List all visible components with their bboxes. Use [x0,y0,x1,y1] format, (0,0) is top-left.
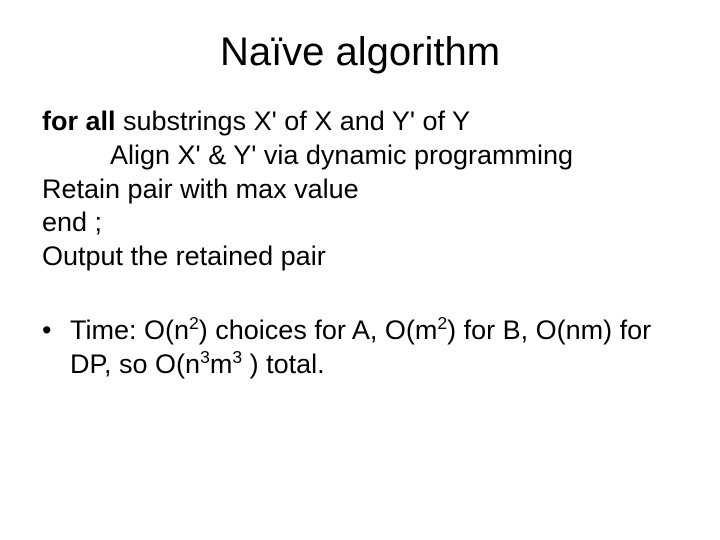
algorithm-block: for all substrings X' of X and Y' of Y A… [42,105,678,274]
slide-title: Naïve algorithm [42,30,678,75]
keyword-for-all: for all [42,106,116,136]
time-exp3: 3 [200,347,210,367]
algo-line-output: Output the retained pair [42,240,678,274]
algo-line-align: Align X' & Y' via dynamic programming [42,139,678,173]
bullet-time-text: Time: O(n2) choices for A, O(m2) for B, … [70,314,678,382]
time-exp1: 2 [189,313,199,333]
time-part4: m [210,349,233,379]
bullet-list: • Time: O(n2) choices for A, O(m2) for B… [42,314,678,382]
bullet-time: • Time: O(n2) choices for A, O(m2) for B… [42,314,678,382]
algo-line-for: for all substrings X' of X and Y' of Y [42,105,678,139]
time-part5: ) total. [242,349,325,379]
align-text: Align X' & Y' via dynamic programming [42,139,573,173]
for-rest: substrings X' of X and Y' of Y [116,106,471,136]
algo-line-end: end ; [42,206,678,240]
time-part1: Time: O(n [70,315,189,345]
bullet-dot-icon: • [42,314,70,382]
slide: Naïve algorithm for all substrings X' of… [0,0,720,540]
time-exp2: 2 [437,313,447,333]
time-part2: ) choices for A, O(m [199,315,438,345]
time-exp4: 3 [232,347,242,367]
algo-line-retain: Retain pair with max value [42,173,678,207]
